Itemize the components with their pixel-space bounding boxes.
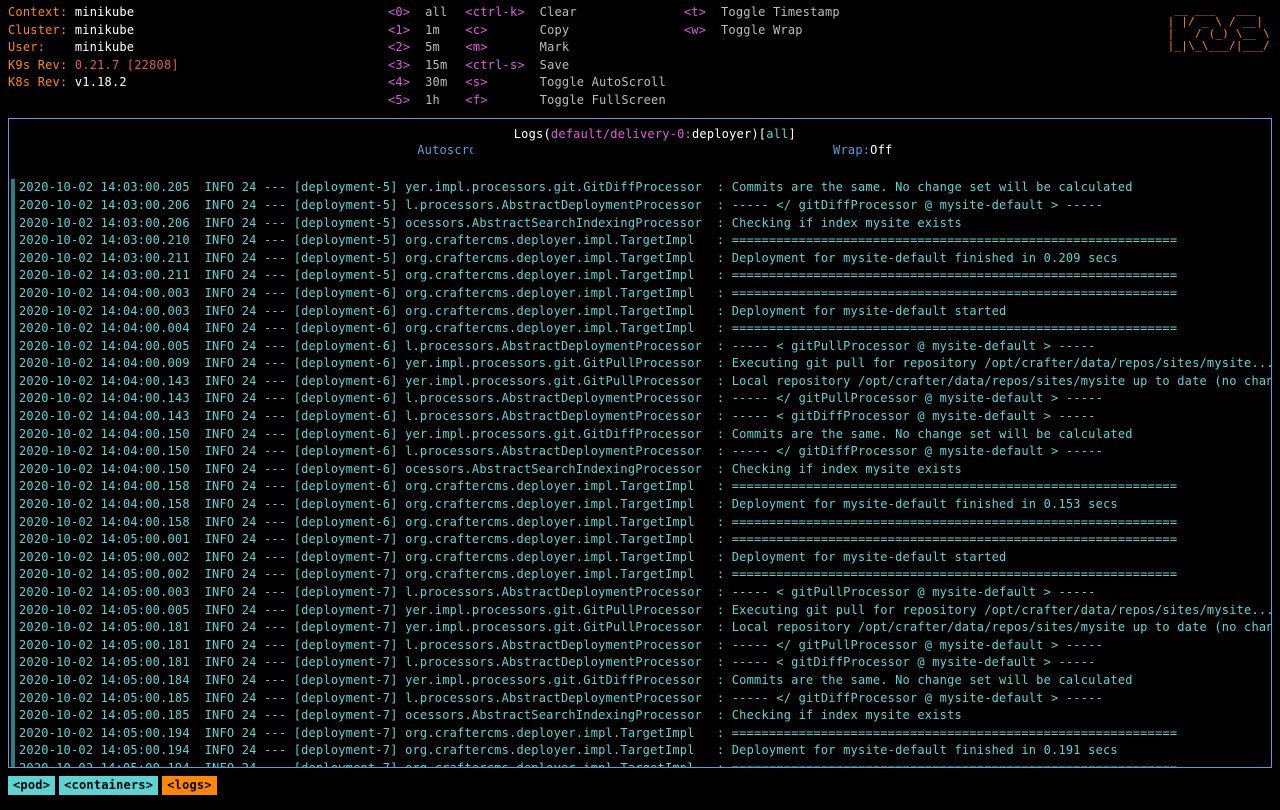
log-line: 2020-10-02 14:05:00.184 INFO 24 --- [dep…: [11, 672, 1269, 690]
breadcrumb-pod[interactable]: <pod>: [8, 776, 55, 796]
k8srev-value: v1.18.2: [75, 75, 127, 89]
log-line: 2020-10-02 14:04:00.143 INFO 24 --- [dep…: [11, 373, 1269, 391]
shortcut[interactable]: <1> 1m: [388, 22, 447, 40]
log-line: 2020-10-02 14:04:00.003 INFO 24 --- [dep…: [11, 303, 1269, 321]
log-line: 2020-10-02 14:04:00.143 INFO 24 --- [dep…: [11, 390, 1269, 408]
shortcut[interactable]: <ctrl-k> Clear: [465, 4, 665, 22]
log-line: 2020-10-02 14:04:00.150 INFO 24 --- [dep…: [11, 461, 1269, 479]
log-line: 2020-10-02 14:05:00.003 INFO 24 --- [dep…: [11, 584, 1269, 602]
log-line: 2020-10-02 14:05:00.185 INFO 24 --- [dep…: [11, 690, 1269, 708]
header: Context: minikube Cluster: minikube User…: [0, 0, 1280, 112]
user-label: User:: [8, 40, 45, 54]
shortcut[interactable]: <c> Copy: [465, 22, 665, 40]
cluster-value: minikube: [75, 23, 134, 37]
log-line: 2020-10-02 14:05:00.005 INFO 24 --- [dep…: [11, 602, 1269, 620]
log-panel-title: Logs(default/delivery-0:deployer)[all]: [473, 118, 808, 162]
log-line: 2020-10-02 14:05:00.194 INFO 24 --- [dep…: [11, 742, 1269, 760]
log-line: 2020-10-02 14:04:00.004 INFO 24 --- [dep…: [11, 320, 1269, 338]
log-line: 2020-10-02 14:04:00.009 INFO 24 --- [dep…: [11, 355, 1269, 373]
shortcut[interactable]: <0> all: [388, 4, 447, 22]
log-line: 2020-10-02 14:05:00.181 INFO 24 --- [dep…: [11, 654, 1269, 672]
breadcrumb-containers[interactable]: <containers>: [59, 776, 158, 796]
log-line: 2020-10-02 14:03:00.211 INFO 24 --- [dep…: [11, 267, 1269, 285]
shortcut[interactable]: <t> Toggle Timestamp: [684, 4, 840, 22]
breadcrumb-logs[interactable]: <logs>: [162, 776, 217, 796]
shortcut[interactable]: <ctrl-s> Save: [465, 57, 665, 75]
k9srev-label: K9s Rev:: [8, 58, 67, 72]
cluster-label: Cluster:: [8, 23, 67, 37]
context-value: minikube: [75, 5, 134, 19]
log-panel[interactable]: Logs(default/delivery-0:deployer)[all] A…: [8, 118, 1272, 768]
log-line: 2020-10-02 14:05:00.001 INFO 24 --- [dep…: [11, 531, 1269, 549]
k9s-logo-ascii: __ ___ ___ | |/ _ \ / __| | / (_) \__ \ …: [1168, 4, 1270, 52]
log-line: 2020-10-02 14:04:00.143 INFO 24 --- [dep…: [11, 408, 1269, 426]
log-line: 2020-10-02 14:05:00.002 INFO 24 --- [dep…: [11, 566, 1269, 584]
shortcut[interactable]: <s> Toggle AutoScroll: [465, 74, 665, 92]
log-lines[interactable]: 2020-10-02 14:03:00.205 INFO 24 --- [dep…: [9, 177, 1271, 767]
log-line: 2020-10-02 14:03:00.210 INFO 24 --- [dep…: [11, 232, 1269, 250]
log-line: 2020-10-02 14:04:00.150 INFO 24 --- [dep…: [11, 426, 1269, 444]
shortcut[interactable]: <m> Mark: [465, 39, 665, 57]
log-line: 2020-10-02 14:04:00.158 INFO 24 --- [dep…: [11, 496, 1269, 514]
k9srev-value: 0.21.7 [22808]: [75, 58, 179, 72]
k8srev-label: K8s Rev:: [8, 75, 67, 89]
breadcrumbs: <pod> <containers> <logs>: [0, 772, 1280, 800]
shortcuts: <0> all<1> 1m<2> 5m<3> 15m<4> 30m<5> 1h …: [388, 4, 840, 110]
log-line: 2020-10-02 14:04:00.150 INFO 24 --- [dep…: [11, 443, 1269, 461]
log-line: 2020-10-02 14:04:00.005 INFO 24 --- [dep…: [11, 338, 1269, 356]
log-line: 2020-10-02 14:04:00.003 INFO 24 --- [dep…: [11, 285, 1269, 303]
context-block: Context: minikube Cluster: minikube User…: [8, 4, 208, 110]
shortcut[interactable]: <w> Toggle Wrap: [684, 22, 840, 40]
log-line: 2020-10-02 14:03:00.206 INFO 24 --- [dep…: [11, 215, 1269, 233]
shortcut[interactable]: <2> 5m: [388, 39, 447, 57]
log-line: 2020-10-02 14:05:00.194 INFO 24 --- [dep…: [11, 725, 1269, 743]
shortcut[interactable]: <5> 1h: [388, 92, 447, 110]
shortcut[interactable]: <4> 30m: [388, 74, 447, 92]
log-line: 2020-10-02 14:05:00.002 INFO 24 --- [dep…: [11, 549, 1269, 567]
log-line: 2020-10-02 14:03:00.211 INFO 24 --- [dep…: [11, 250, 1269, 268]
log-line: 2020-10-02 14:05:00.181 INFO 24 --- [dep…: [11, 619, 1269, 637]
context-label: Context:: [8, 5, 67, 19]
log-line: 2020-10-02 14:03:00.206 INFO 24 --- [dep…: [11, 197, 1269, 215]
log-line: 2020-10-02 14:04:00.158 INFO 24 --- [dep…: [11, 514, 1269, 532]
shortcut[interactable]: <f> Toggle FullScreen: [465, 92, 665, 110]
log-line: 2020-10-02 14:04:00.158 INFO 24 --- [dep…: [11, 478, 1269, 496]
log-line: 2020-10-02 14:05:00.194 INFO 24 --- [dep…: [11, 760, 1269, 768]
user-value: minikube: [75, 40, 134, 54]
log-line: 2020-10-02 14:03:00.205 INFO 24 --- [dep…: [11, 179, 1269, 197]
log-line: 2020-10-02 14:05:00.185 INFO 24 --- [dep…: [11, 707, 1269, 725]
log-line: 2020-10-02 14:05:00.181 INFO 24 --- [dep…: [11, 637, 1269, 655]
shortcut[interactable]: <3> 15m: [388, 57, 447, 75]
